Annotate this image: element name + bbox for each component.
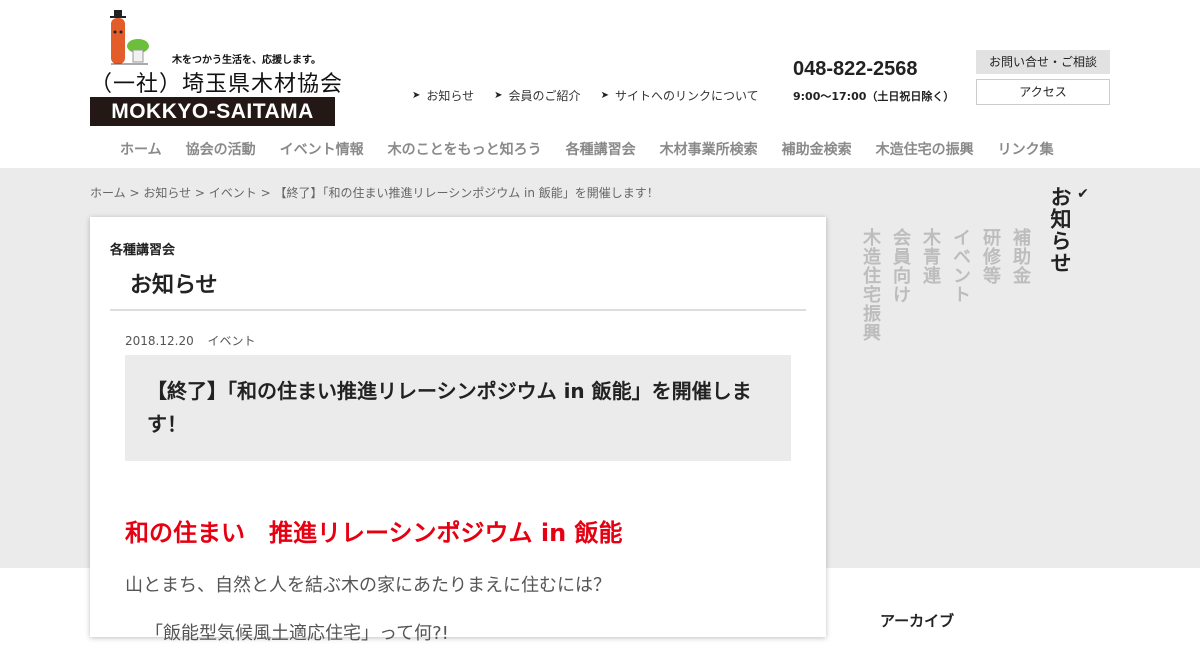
- subnav-label: 会員のご紹介: [508, 89, 581, 103]
- subnav-link-linking[interactable]: ➤ サイトへのリンクについて: [601, 87, 759, 104]
- nav-wooden-housing[interactable]: 木造住宅の振興: [876, 139, 974, 159]
- tab-subsidy[interactable]: 補助金: [1007, 228, 1033, 285]
- contact-button[interactable]: お問い合せ・ご相談: [976, 50, 1110, 74]
- org-name: （一社）埼玉県木材協会: [90, 72, 344, 97]
- tab-youth-wood[interactable]: 木青連: [917, 228, 943, 285]
- tab-training[interactable]: 研修等: [977, 228, 1003, 285]
- subnav-link-members[interactable]: ➤ 会員のご紹介: [494, 87, 580, 104]
- nav-subsidy-search[interactable]: 補助金検索: [782, 139, 852, 159]
- logo-wordmark: MOKKYO-SAITAMA: [90, 97, 335, 126]
- nav-activities[interactable]: 協会の活動: [186, 139, 256, 159]
- nav-events[interactable]: イベント情報: [280, 139, 364, 159]
- mascot-logo-icon: [110, 10, 149, 65]
- tab-label: お知らせ: [1048, 186, 1072, 274]
- tagline: 木をつかう生活を、応援します。: [172, 55, 321, 66]
- arrow-icon: ➤: [494, 90, 503, 101]
- business-hours: 9:00〜17:00（土日祝日除く）: [793, 90, 955, 103]
- card-category: 各種講習会: [110, 243, 176, 258]
- access-button[interactable]: アクセス: [976, 79, 1110, 105]
- post-title: 【終了】「和の住まい推進リレーシンポジウム in 飯能」を開催します！: [125, 355, 791, 461]
- check-icon: ✔: [1075, 186, 1091, 203]
- nav-business-search[interactable]: 木材事業所検索: [660, 139, 758, 159]
- subnav-link-news[interactable]: ➤ お知らせ: [412, 87, 474, 104]
- nav-home[interactable]: ホーム: [120, 139, 162, 159]
- tab-events[interactable]: イベント: [947, 228, 973, 304]
- post-meta: 2018.12.20 イベント: [125, 332, 256, 349]
- arrow-icon: ➤: [600, 90, 609, 101]
- post-paragraph: 山とまち、自然と人を結ぶ木の家にあたりまえに住むには？: [125, 575, 611, 596]
- site-header: 木をつかう生活を、応援します。 （一社）埼玉県木材協会 MOKKYO-SAITA…: [0, 0, 1200, 168]
- subnav-label: サイトへのリンクについて: [614, 89, 759, 103]
- nav-links[interactable]: リンク集: [998, 139, 1054, 159]
- tab-wooden-housing[interactable]: 木造住宅振興: [857, 228, 883, 342]
- main-navigation: ホーム 協会の活動 イベント情報 木のことをもっと知ろう 各種講習会 木材事業所…: [120, 139, 1054, 159]
- post-card: 各種講習会 お知らせ 2018.12.20 イベント 【終了】「和の住まい推進リ…: [90, 217, 826, 644]
- subnav-label: お知らせ: [426, 89, 475, 103]
- archive-heading: アーカイブ: [880, 612, 955, 630]
- tab-news[interactable]: ✔ お知らせ: [1045, 186, 1091, 274]
- post-tag[interactable]: イベント: [208, 334, 256, 348]
- tab-members[interactable]: 会員向け: [887, 228, 913, 304]
- post-date: 2018.12.20: [125, 334, 194, 348]
- post-paragraph: 「飯能型気候風土適応住宅」って何?!: [145, 623, 449, 644]
- phone-number: 048-822-2568: [793, 58, 918, 80]
- nav-seminars[interactable]: 各種講習会: [566, 139, 636, 159]
- category-tabs: ✔ お知らせ 補助金 研修等 イベント 木青連 会員向け 木造住宅振興: [855, 186, 1091, 356]
- nav-learn-wood[interactable]: 木のことをもっと知ろう: [388, 139, 542, 159]
- breadcrumb[interactable]: ホーム > お知らせ > イベント > 【終了】「和の住まい推進リレーシンポジウ…: [90, 184, 659, 201]
- site-logo[interactable]: 木をつかう生活を、応援します。 （一社）埼玉県木材協会 MOKKYO-SAITA…: [90, 10, 344, 128]
- post-heading: 和の住まい 推進リレーシンポジウム in 飯能: [125, 519, 623, 547]
- divider: [110, 309, 806, 311]
- arrow-icon: ➤: [412, 90, 421, 101]
- sub-navigation: ➤ お知らせ ➤ 会員のご紹介 ➤ サイトへのリンクについて: [412, 87, 759, 104]
- page-title: お知らせ: [130, 273, 218, 298]
